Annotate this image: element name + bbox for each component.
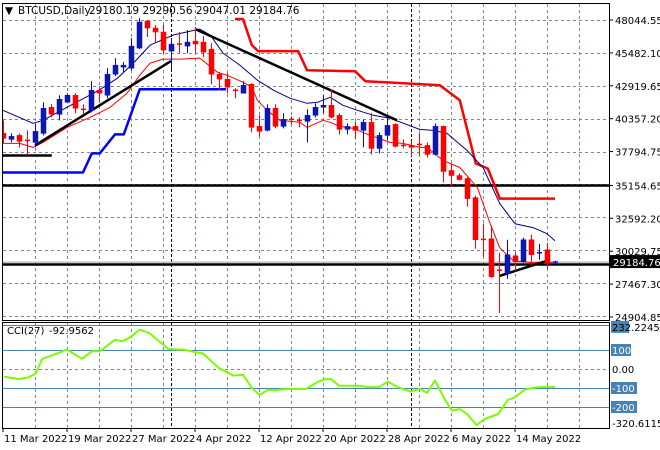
- candle: [520, 237, 527, 263]
- price-tick-label: 40357.20: [615, 115, 660, 126]
- cci-title: CCI(27): [7, 326, 45, 337]
- candle-body: [528, 239, 535, 256]
- cci-tick-label: -200: [612, 403, 635, 414]
- candle-body: [488, 238, 495, 278]
- candle-body: [520, 239, 527, 263]
- candle-body: [224, 78, 231, 88]
- candle-body: [344, 126, 351, 130]
- candle-body: [440, 126, 447, 172]
- candle-body: [192, 40, 199, 45]
- candle-body: [16, 135, 23, 142]
- candle-body: [88, 89, 95, 111]
- candle-body: [40, 108, 47, 134]
- candle-body: [112, 64, 119, 75]
- candle-body: [216, 73, 223, 80]
- chart-menu-arrow-icon[interactable]: ▼: [5, 5, 14, 17]
- cci-last-value: -92.9562: [49, 326, 94, 337]
- time-tick-label: 27 Mar 2022: [132, 434, 195, 445]
- candle: [432, 123, 439, 156]
- time-tick-label: 6 May 2022: [452, 434, 511, 445]
- candle: [264, 104, 271, 132]
- candle-body: [336, 115, 343, 130]
- price-tick-label: 32592.20: [615, 214, 660, 225]
- candle-body: [376, 135, 383, 149]
- candle: [248, 83, 255, 133]
- cci-tick-label: 100: [612, 346, 631, 357]
- cci-tick-label: -320.6115: [612, 419, 660, 430]
- candle-body: [152, 27, 159, 33]
- candle-body: [280, 119, 287, 127]
- candle-body: [8, 136, 15, 140]
- candle-body: [168, 43, 175, 52]
- candle-body: [144, 20, 151, 29]
- candle-body: [512, 255, 519, 263]
- current-price-label: 29184.76: [613, 258, 660, 269]
- candle-body: [208, 48, 215, 75]
- chart-background: [0, 0, 660, 450]
- candle-body: [368, 122, 375, 149]
- candle-body: [48, 107, 55, 115]
- cci-tick-label: 232.2245: [612, 323, 660, 334]
- cci-tick-label: -100: [612, 384, 635, 395]
- candle-body: [128, 45, 135, 69]
- candle-body: [160, 31, 167, 51]
- candle-body: [56, 99, 63, 115]
- candle-body: [96, 89, 103, 94]
- time-tick-label: 4 Apr 2022: [196, 434, 251, 445]
- chart-header: ▼ BTCUSD,Daily 29180.19 29290.56 29047.0…: [5, 5, 300, 17]
- price-tick-label: 27467.30: [615, 280, 660, 291]
- candle-body: [504, 254, 511, 275]
- time-tick-label: 14 May 2022: [516, 434, 581, 445]
- candle-body: [352, 126, 359, 131]
- candle-body: [320, 105, 327, 108]
- candle-body: [424, 145, 431, 155]
- candle-body: [432, 126, 439, 155]
- time-tick-label: 12 Apr 2022: [260, 434, 322, 445]
- candle-body: [328, 105, 335, 118]
- candle-body: [472, 197, 479, 240]
- time-tick-label: 19 Mar 2022: [68, 434, 131, 445]
- candle-body: [136, 21, 143, 49]
- candle-body: [312, 107, 319, 116]
- cci-tick-label: 0.00: [612, 365, 634, 376]
- price-tick-label: 37794.75: [615, 148, 660, 159]
- candle-body: [544, 249, 551, 264]
- time-tick-label: 11 Mar 2022: [4, 434, 67, 445]
- candle: [136, 18, 143, 50]
- candle-body: [464, 178, 471, 199]
- time-tick-label: 20 Apr 2022: [324, 434, 386, 445]
- candle-body: [184, 41, 191, 47]
- trading-chart[interactable]: 48044.55 45482.10 42919.65 40357.20 37794.75…: [0, 0, 660, 450]
- candle-body: [64, 95, 71, 103]
- ohlc-values: 29180.19 29290.56 29047.01 29184.76: [89, 5, 300, 17]
- candle-body: [408, 145, 415, 148]
- candle-body: [392, 124, 399, 147]
- symbol-timeframe: BTCUSD,Daily: [18, 5, 91, 17]
- candle-body: [32, 131, 39, 143]
- candle-body: [200, 41, 207, 53]
- candle-body: [240, 84, 247, 94]
- candle-body: [256, 126, 263, 132]
- price-tick-label: 48044.55: [615, 16, 660, 27]
- candle: [392, 123, 399, 148]
- price-tick-label: 45482.10: [615, 49, 660, 60]
- candle-body: [384, 125, 391, 136]
- candle-body: [72, 95, 79, 109]
- cci-header: CCI(27) -92.9562: [7, 326, 94, 337]
- price-tick-label: 35154.65: [615, 181, 660, 192]
- candle-body: [448, 170, 455, 176]
- price-tick-label: 42919.65: [615, 82, 660, 93]
- candle-body: [272, 108, 279, 127]
- candle-body: [120, 64, 127, 68]
- candle-body: [264, 108, 271, 131]
- candle-body: [104, 73, 111, 96]
- candle-body: [304, 115, 311, 122]
- candle-body: [248, 83, 255, 128]
- candle-body: [360, 122, 367, 131]
- time-tick-label: 28 Apr 2022: [388, 434, 450, 445]
- candle-body: [456, 175, 463, 180]
